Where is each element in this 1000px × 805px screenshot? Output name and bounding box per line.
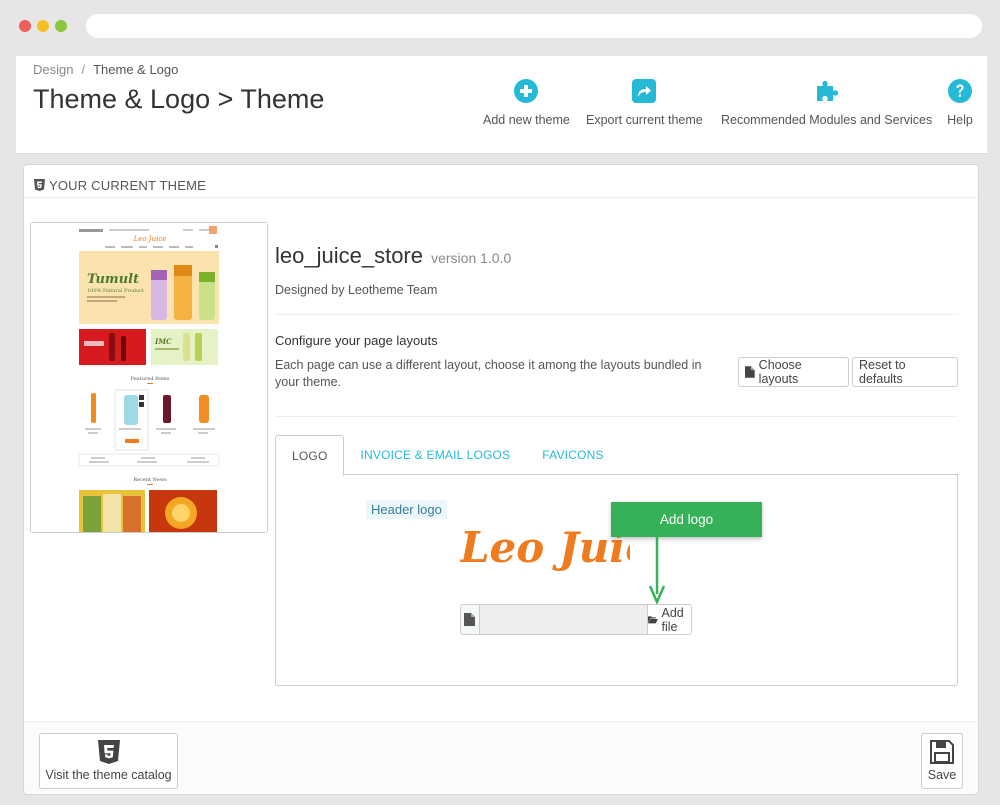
export-current-theme-button[interactable]: Export current theme [586,78,703,127]
visit-theme-catalog-label: Visit the theme catalog [45,768,172,782]
theme-version: version 1.0.0 [431,250,512,266]
tab-invoice-email-logos[interactable]: INVOICE & EMAIL LOGOS [344,435,526,475]
leo-juice-logo: Leo Juice [460,523,630,572]
share-square-icon [632,79,657,103]
theme-preview-graphic: Leo Juice Tumult 100% Natural Product IM… [31,223,267,532]
panel-heading: YOUR CURRENT THEME [24,165,978,198]
question-circle-icon [948,79,972,103]
preview-recent: Recent News [133,477,167,483]
arrow-down-icon [649,536,665,606]
window-maximize-dot[interactable] [55,20,67,32]
panel-footer: Visit the theme catalog Save [24,721,978,794]
window-minimize-dot[interactable] [37,20,49,32]
add-new-theme-label: Add new theme [483,113,570,127]
file-icon [745,366,755,378]
folder-open-icon [647,616,658,624]
add-file-button[interactable]: Add file [646,605,691,634]
floppy-disk-icon [930,740,954,764]
preview-brand: Leo Juice [133,235,167,243]
recommended-modules-button[interactable]: Recommended Modules and Services [721,78,932,127]
configure-layouts-title: Configure your page layouts [275,333,438,348]
tab-favicons[interactable]: FAVICONS [526,435,619,475]
save-button[interactable]: Save [921,733,963,789]
reset-to-defaults-label: Reset to defaults [859,358,906,386]
preview-banner-title: Tumult [87,272,139,287]
svg-text:IMC: IMC [154,337,172,346]
breadcrumb-parent[interactable]: Design [33,62,73,77]
file-addon [461,605,480,634]
configure-layouts-description: Each page can use a different layout, ch… [275,358,702,389]
add-logo-callout: Add logo [611,502,762,537]
theme-preview-image: Leo Juice Tumult 100% Natural Product IM… [30,222,268,533]
choose-layouts-label: Choose layouts [758,358,802,386]
preview-featured: Featured Items [131,376,170,382]
html5-icon [34,179,45,191]
logo-tab-content: Header logo Leo Juice Add logo Add file [275,474,958,686]
plus-circle-icon [514,79,539,103]
logo-file-name-input[interactable] [479,605,647,634]
puzzle-piece-icon [816,81,838,101]
preview-banner-sub: 100% Natural Product [87,288,144,294]
add-file-label: Add file [661,605,684,634]
current-theme-panel: YOUR CURRENT THEME Leo Juice Tumult 100%… [23,164,979,795]
divider [275,416,958,417]
file-icon [464,613,476,626]
page-title: Theme & Logo > Theme [33,84,325,114]
visit-theme-catalog-button[interactable]: Visit the theme catalog [39,733,178,789]
export-current-theme-label: Export current theme [586,113,703,127]
header-logo-label: Header logo [366,500,447,519]
theme-name-text: leo_juice_store [275,243,423,268]
breadcrumb-current: Theme & Logo [93,62,179,77]
logo-tabs: LOGO INVOICE & EMAIL LOGOS FAVICONS [275,435,958,476]
divider [275,314,958,315]
recommended-modules-label: Recommended Modules and Services [721,113,933,127]
add-new-theme-button[interactable]: Add new theme [483,78,570,127]
html5-icon [97,740,120,764]
browser-chrome [0,0,1000,52]
save-label: Save [927,768,957,782]
reset-to-defaults-button[interactable]: Reset to defaults [852,357,958,387]
breadcrumb: Design / Theme & Logo [33,62,178,77]
breadcrumb-separator: / [81,62,86,77]
window-close-dot[interactable] [19,20,31,32]
help-button[interactable]: Help [947,78,973,127]
theme-author: Designed by Leotheme Team [275,283,438,297]
logo-file-upload: Add file [460,604,692,635]
theme-name: leo_juice_store version 1.0.0 [275,243,511,269]
help-label: Help [947,113,973,127]
choose-layouts-button[interactable]: Choose layouts [738,357,849,387]
address-bar[interactable] [86,14,982,38]
page-header: Design / Theme & Logo Theme & Logo > Theme… [16,56,987,154]
leo-juice-logo-text: Leo Juice [460,523,630,572]
tab-logo[interactable]: LOGO [275,435,345,476]
panel-heading-text: YOUR CURRENT THEME [49,177,206,193]
